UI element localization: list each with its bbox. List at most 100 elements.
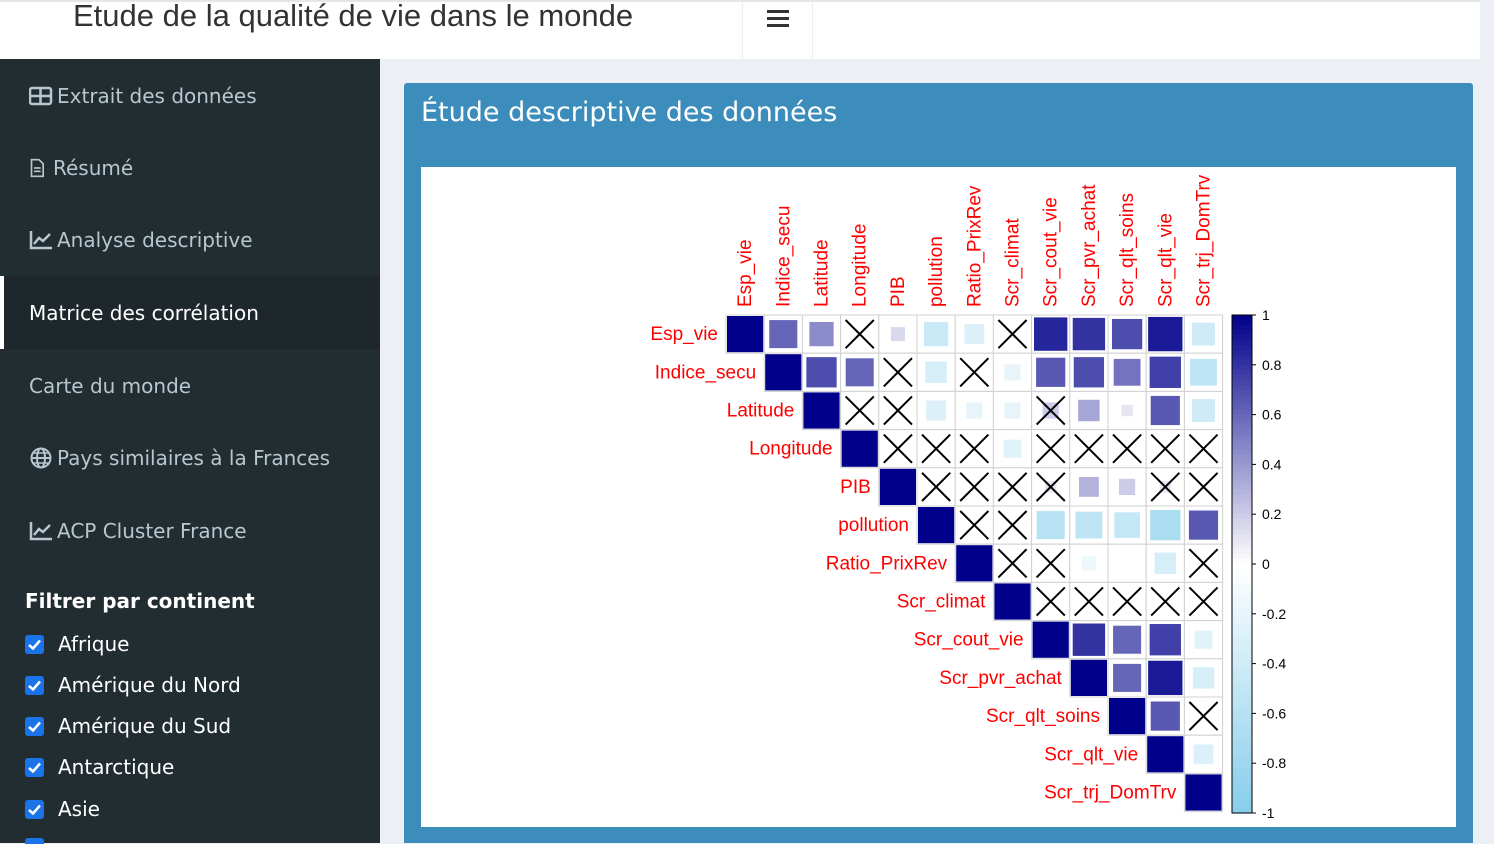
colorbar-segment: [1232, 434, 1252, 441]
colorbar-segment: [1232, 578, 1252, 585]
continent-checkbox-asie[interactable]: Asie: [25, 794, 100, 824]
colorbar-tick-label: 0.6: [1262, 407, 1282, 423]
row-label: Ratio_PrixRev: [826, 553, 948, 574]
colorbar-segment: [1232, 798, 1252, 804]
colorbar-tick-label: -0.4: [1262, 656, 1286, 672]
correlation-square: [1119, 478, 1136, 495]
column-label: Scr_qlt_vie: [1155, 213, 1176, 307]
colorbar-segment: [1232, 484, 1252, 490]
correlation-square: [803, 392, 840, 429]
colorbar-tick-label: 1: [1262, 307, 1270, 323]
correlation-square: [1150, 395, 1180, 426]
colorbar-segment: [1232, 688, 1252, 695]
column-label: Latitude: [812, 239, 833, 307]
colorbar-segment: [1232, 384, 1252, 391]
sidebar-item-analyse[interactable]: Analyse descriptive: [0, 203, 380, 276]
colorbar-segment: [1232, 793, 1252, 799]
colorbar-segment: [1232, 344, 1252, 351]
continent-label: Afrique: [58, 632, 130, 656]
row-label: Indice_secu: [655, 362, 756, 383]
correlation-square: [1072, 317, 1106, 351]
colorbar-tick-label: -0.2: [1262, 606, 1286, 622]
sidebar-item-pays[interactable]: Pays similaires à la Frances: [0, 421, 380, 494]
sidebar-item-matrice[interactable]: Matrice des corrélation: [0, 276, 380, 349]
correlation-square: [1003, 439, 1022, 458]
colorbar-tick-label: -1: [1262, 805, 1275, 821]
colorbar-segment: [1232, 618, 1252, 625]
checkbox-checked-icon[interactable]: [25, 799, 44, 819]
row-label: PIB: [840, 477, 871, 498]
column-label: Ratio_PrixRev: [964, 185, 985, 307]
checkbox-checked-icon[interactable]: [25, 634, 44, 654]
sidebar-toggle-icon[interactable]: [767, 10, 789, 28]
colorbar-segment: [1232, 369, 1252, 376]
continent-label: Asie: [58, 797, 100, 821]
correlation-square: [1004, 364, 1021, 381]
colorbar-segment: [1232, 509, 1252, 515]
colorbar-segment: [1232, 778, 1252, 784]
colorbar-segment: [1232, 573, 1252, 580]
colorbar-segment: [1232, 718, 1252, 724]
checkbox-partial-icon[interactable]: [25, 838, 44, 844]
colorbar-segment: [1232, 603, 1252, 610]
colorbar-segment: [1232, 713, 1252, 719]
colorbar-segment: [1232, 598, 1252, 605]
colorbar-segment: [1232, 544, 1252, 550]
header-divider: [812, 2, 813, 61]
sidebar-item-label: Résumé: [53, 155, 134, 180]
sidebar-item-carte[interactable]: Carte du monde: [0, 349, 380, 422]
column-label: pollution: [926, 236, 947, 307]
correlation-square: [765, 354, 802, 391]
column-label: Esp_vie: [735, 239, 756, 307]
colorbar-segment: [1232, 738, 1252, 744]
colorbar-segment: [1232, 733, 1252, 739]
colorbar-segment: [1232, 489, 1252, 495]
colorbar-segment: [1232, 409, 1252, 416]
correlation-matrix-chart: Esp_vie Esp_vie Indice_secu Indice_secu Lati…: [650, 174, 1286, 821]
file-icon: [30, 158, 44, 177]
colorbar-segment: [1232, 529, 1252, 535]
sidebar-item-resume[interactable]: Résumé: [0, 131, 380, 204]
correlation-square: [1148, 660, 1183, 696]
colorbar-segment: [1232, 539, 1252, 545]
continent-checkbox-amerique-sud[interactable]: Amérique du Sud: [25, 711, 231, 741]
colorbar-segment: [1232, 623, 1252, 630]
checkbox-checked-icon[interactable]: [25, 675, 44, 695]
sidebar-item-label: Analyse descriptive: [57, 227, 253, 252]
line-chart-icon: [29, 521, 52, 540]
colorbar-segment: [1232, 554, 1252, 560]
continent-checkbox-antarctique[interactable]: Antarctique: [25, 752, 174, 782]
colorbar-segment: [1232, 753, 1252, 759]
correlation-square: [841, 430, 878, 467]
checkbox-checked-icon[interactable]: [25, 716, 44, 736]
colorbar-segment: [1232, 628, 1252, 635]
checkbox-checked-icon[interactable]: [25, 757, 44, 777]
correlation-square: [1114, 512, 1140, 538]
colorbar-segment: [1232, 359, 1252, 366]
colorbar-segment: [1232, 583, 1252, 590]
page-scrollbar[interactable]: [1480, 0, 1494, 843]
colorbar-segment: [1232, 454, 1252, 461]
correlation-square: [1072, 623, 1106, 656]
correlation-square: [1075, 511, 1103, 539]
correlation-square: [1036, 357, 1066, 387]
colorbar-segment: [1232, 593, 1252, 600]
colorbar-segment: [1232, 788, 1252, 794]
sidebar-item-extrait[interactable]: Extrait des données: [0, 59, 380, 132]
colorbar-segment: [1232, 703, 1252, 710]
colorbar-segment: [1232, 658, 1252, 665]
colorbar-segment: [1232, 668, 1252, 675]
continent-checkbox-afrique[interactable]: Afrique: [25, 629, 129, 659]
row-label: pollution: [838, 515, 909, 536]
continent-checkbox-amerique-nord[interactable]: Amérique du Nord: [25, 670, 241, 700]
correlation-square: [964, 324, 985, 345]
colorbar-segment: [1232, 773, 1252, 779]
continent-label: Amérique du Nord: [58, 673, 241, 697]
row-label: Scr_cout_vie: [914, 630, 1024, 651]
sidebar-item-acp[interactable]: ACP Cluster France: [0, 494, 380, 567]
correlation-plot: Esp_vie Esp_vie Indice_secu Indice_secu Lati…: [421, 167, 1456, 827]
colorbar-segment: [1232, 564, 1252, 570]
colorbar-segment: [1232, 519, 1252, 525]
colorbar-segment: [1232, 354, 1252, 361]
header-divider: [742, 2, 743, 61]
